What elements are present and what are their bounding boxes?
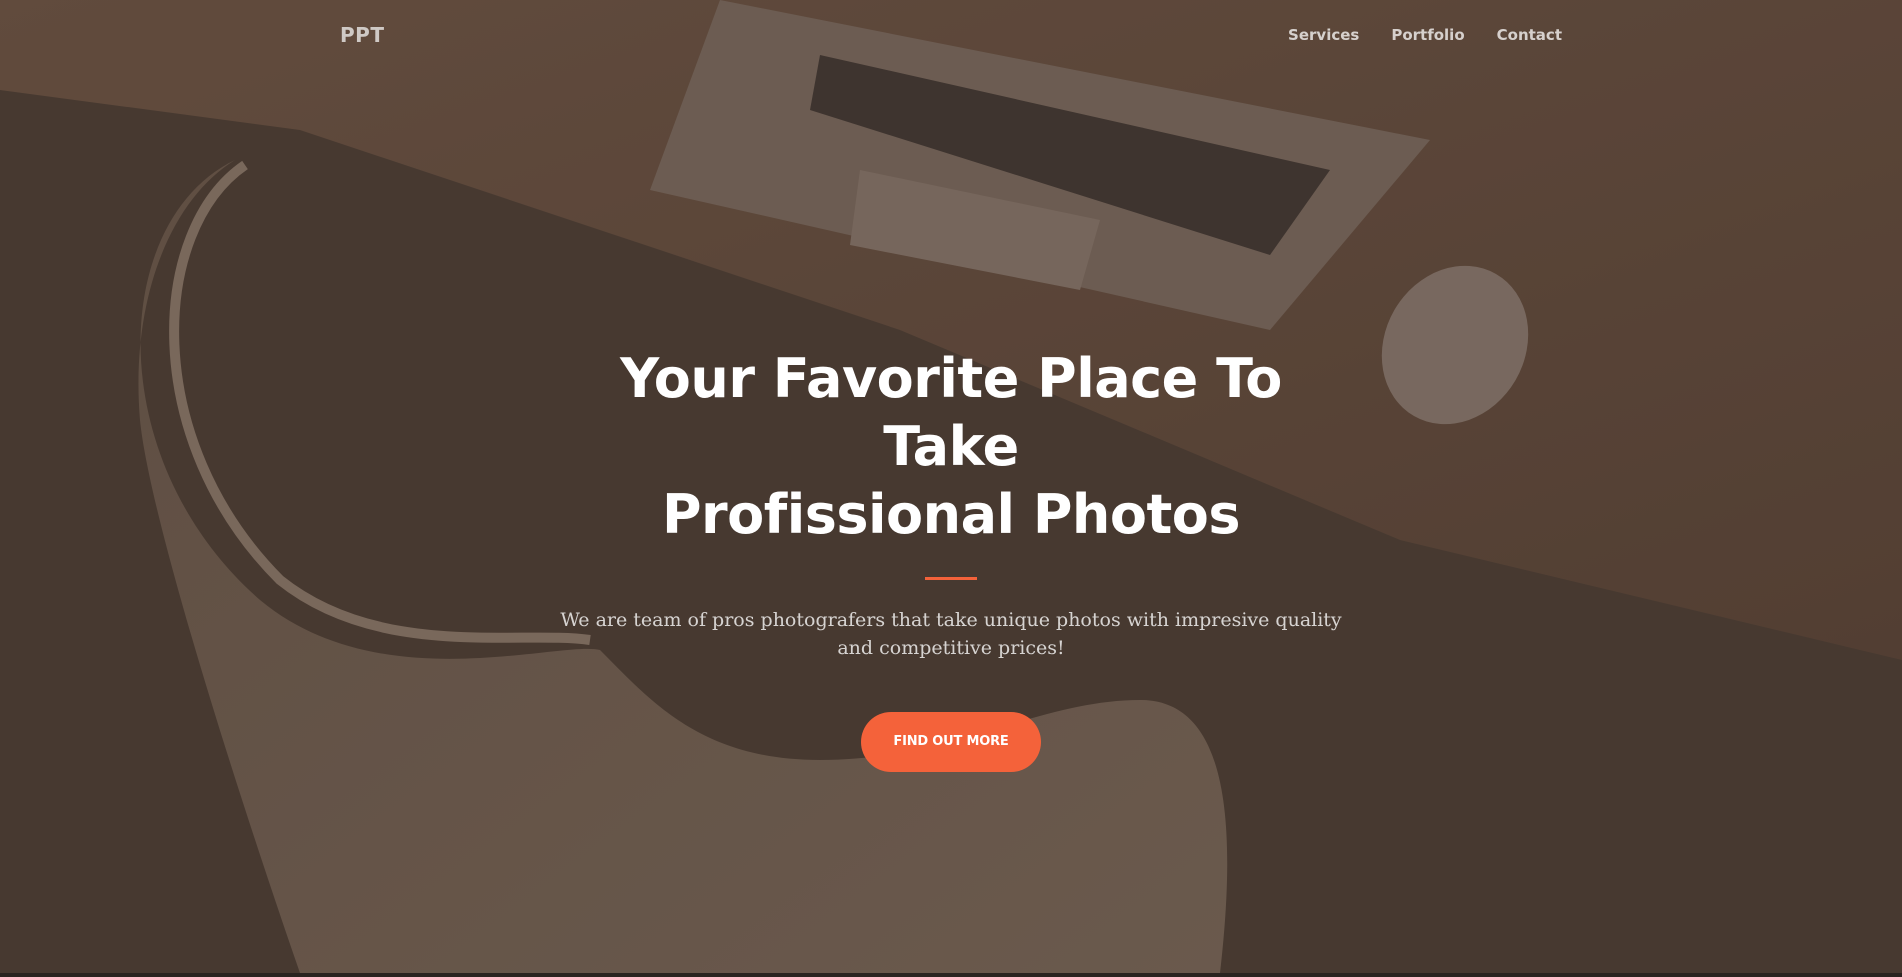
nav-link-portfolio[interactable]: Portfolio [1391, 26, 1464, 44]
page-bottom-edge [0, 973, 1902, 977]
nav-links: Services Portfolio Contact [1288, 26, 1562, 44]
brand-logo[interactable]: PPT [340, 23, 384, 47]
navbar: PPT Services Portfolio Contact [340, 20, 1562, 50]
hero-headline: Your Favorite Place To Take Profissional… [571, 345, 1331, 549]
headline-line-1: Your Favorite Place To Take [620, 347, 1282, 478]
hero-content: Your Favorite Place To Take Profissional… [0, 345, 1902, 772]
hero-subtitle: We are team of pros photografers that ta… [560, 609, 1342, 659]
headline-line-2: Profissional Photos [661, 483, 1241, 546]
hero-section: PPT Services Portfolio Contact Your Favo… [0, 0, 1902, 973]
accent-divider [925, 577, 977, 580]
find-out-more-button[interactable]: FIND OUT MORE [861, 712, 1041, 772]
nav-link-contact[interactable]: Contact [1497, 26, 1562, 44]
nav-link-services[interactable]: Services [1288, 26, 1359, 44]
